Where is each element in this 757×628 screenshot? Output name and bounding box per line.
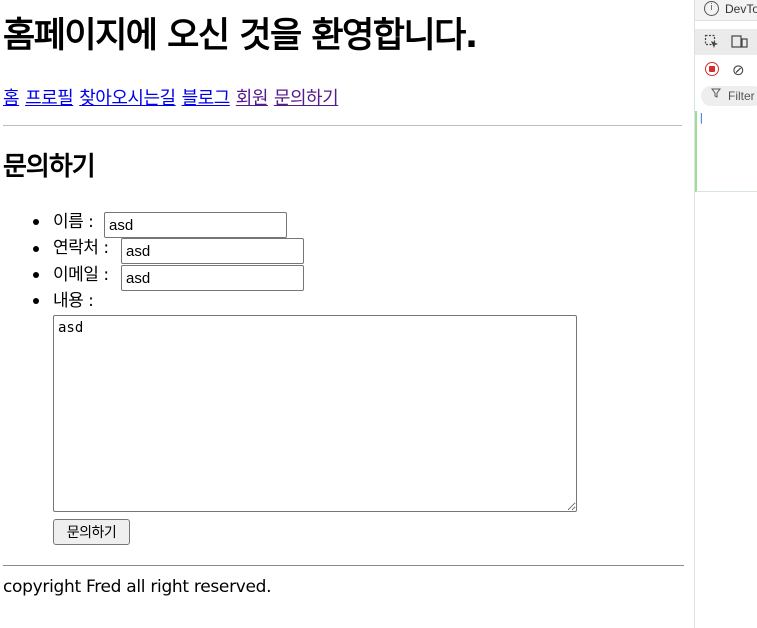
inspect-element-icon[interactable] xyxy=(704,34,720,54)
nav-link-blog[interactable]: 블로그 xyxy=(182,88,231,109)
nav-link-profile[interactable]: 프로필 xyxy=(25,88,74,109)
phone-label: 연락처 : xyxy=(53,238,109,258)
footer-divider xyxy=(3,565,684,566)
filter-label: Filter xyxy=(728,89,755,103)
list-bullet xyxy=(33,219,39,225)
info-icon[interactable]: i xyxy=(704,1,719,16)
phone-input[interactable] xyxy=(121,238,304,264)
clear-console-icon[interactable]: ⊘ xyxy=(732,61,745,79)
devtools-panel: i DevTo ⊘ Filter | xyxy=(694,0,757,628)
devtools-title: DevTo xyxy=(725,2,757,16)
console-area[interactable]: | xyxy=(695,111,757,192)
submit-button[interactable]: 문의하기 xyxy=(53,519,130,545)
top-divider xyxy=(3,125,682,126)
devtools-header: i DevTo xyxy=(695,0,757,21)
main-nav: 홈 프로필 찾아오시는길 블로그 회원 문의하기 xyxy=(3,87,344,111)
footer-copyright: copyright Fred all right reserved. xyxy=(3,577,272,597)
content-label: 내용 : xyxy=(53,291,94,311)
nav-link-directions[interactable]: 찾아오시는길 xyxy=(79,88,176,109)
device-toggle-icon[interactable] xyxy=(731,34,749,54)
list-bullet xyxy=(33,298,39,304)
name-input[interactable] xyxy=(104,212,287,238)
filter-icon xyxy=(711,88,721,101)
list-bullet xyxy=(33,246,39,252)
name-label: 이름 : xyxy=(53,212,94,232)
nav-link-home[interactable]: 홈 xyxy=(3,88,20,109)
nav-link-contact[interactable]: 문의하기 xyxy=(274,88,339,109)
devtools-toolbar xyxy=(695,29,757,55)
console-filter[interactable]: Filter xyxy=(701,86,757,106)
email-label: 이메일 : xyxy=(53,265,109,285)
site-title: 홈페이지에 오신 것을 환영합니다. xyxy=(3,16,478,56)
content-textarea[interactable]: asd xyxy=(53,315,577,512)
contact-heading: 문의하기 xyxy=(3,152,96,182)
console-prompt-icon: | xyxy=(698,111,705,124)
email-input[interactable] xyxy=(121,265,304,291)
list-bullet xyxy=(33,272,39,278)
record-stop-icon[interactable] xyxy=(705,62,719,76)
web-page: 홈페이지에 오신 것을 환영합니다. 홈 프로필 찾아오시는길 블로그 회원 문의하기 문… xyxy=(0,0,694,628)
nav-link-member[interactable]: 회원 xyxy=(236,88,269,109)
